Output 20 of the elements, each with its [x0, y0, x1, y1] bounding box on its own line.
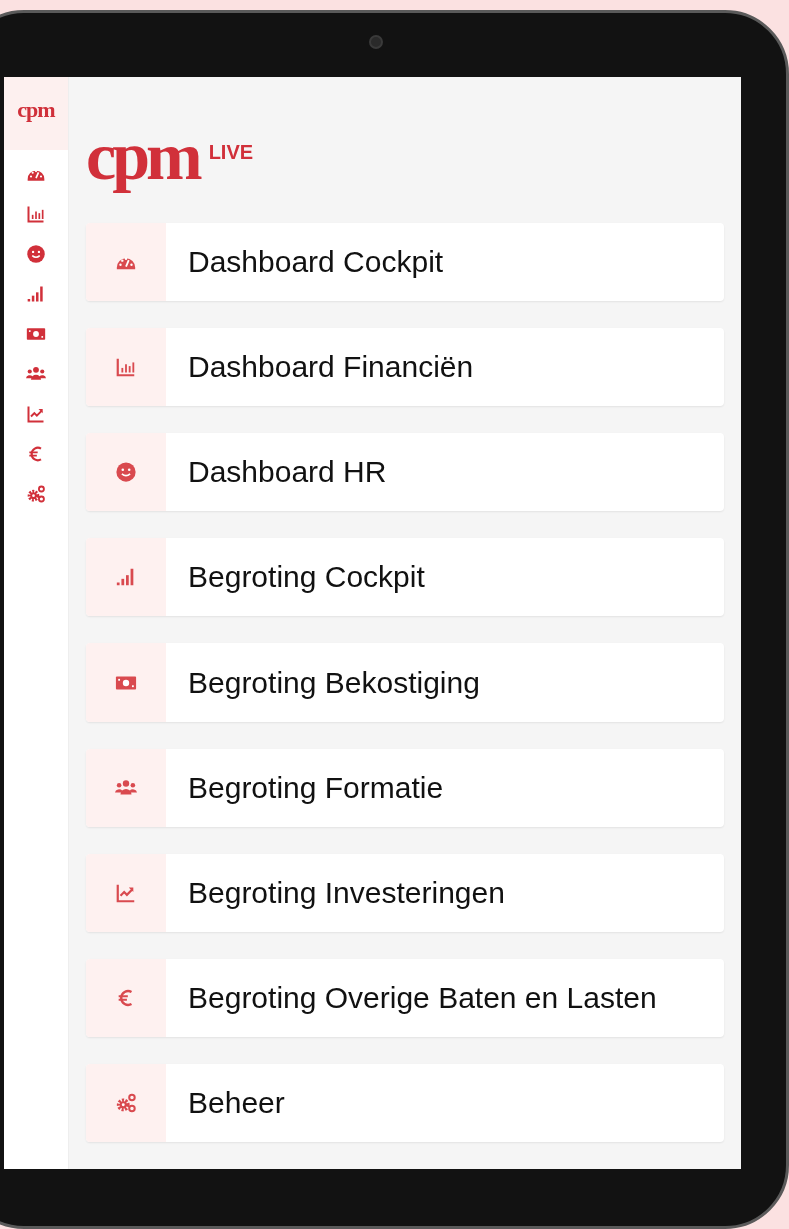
menu-card[interactable]: Dashboard HR	[86, 433, 724, 512]
menu-card[interactable]: Begroting Cockpit	[86, 538, 724, 617]
signal-bars-icon	[26, 284, 46, 304]
bar-chart-icon	[115, 356, 137, 379]
menu-card[interactable]: Begroting Overige Baten en Lasten	[86, 958, 724, 1037]
gears-icon	[115, 1091, 137, 1114]
gears-icon	[26, 484, 46, 504]
brand-logo: cpm	[86, 122, 199, 191]
sidebar-logo[interactable]: cpm	[4, 77, 68, 150]
bar-chart-icon	[26, 204, 46, 224]
smiley-icon	[115, 461, 137, 484]
line-chart-icon	[26, 404, 46, 424]
menu-card[interactable]: Begroting Formatie	[86, 748, 724, 827]
logo-tag: LIVE	[208, 140, 254, 164]
menu-card[interactable]: Dashboard Cockpit	[86, 223, 724, 302]
menu-card[interactable]: Begroting Investeringen	[86, 853, 724, 932]
menu-card[interactable]: Begroting Bekostiging	[86, 643, 724, 722]
menu-card[interactable]: Beheer	[86, 1063, 724, 1142]
menu-card[interactable]: Dashboard Financiën	[86, 328, 724, 407]
smiley-icon	[26, 244, 46, 264]
